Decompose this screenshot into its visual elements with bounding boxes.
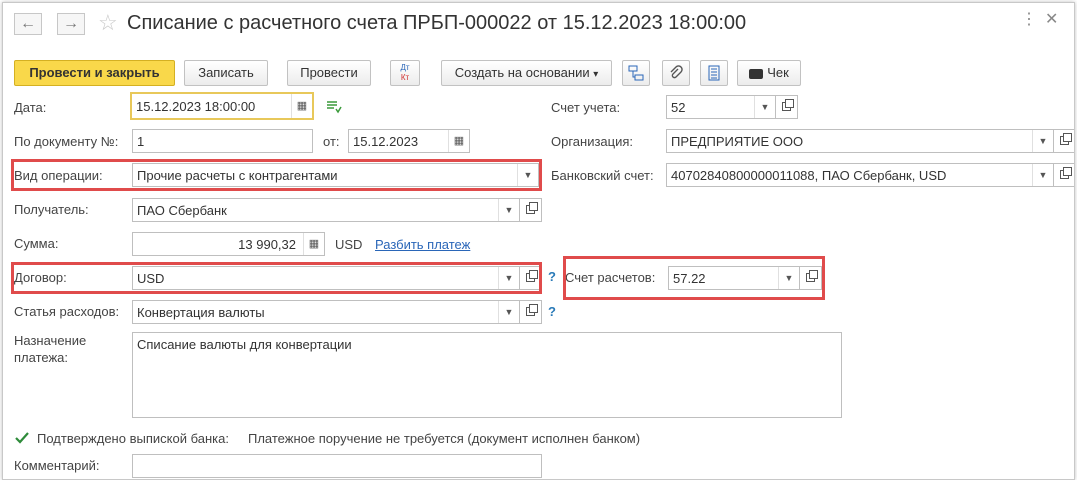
contract-help-icon[interactable]: ? <box>548 269 556 284</box>
checkmark-icon <box>15 432 29 444</box>
doc-number-label: По документу №: <box>14 134 119 149</box>
attach-button[interactable] <box>662 60 690 86</box>
arrow-right-icon: → <box>63 15 79 32</box>
forward-button[interactable]: → <box>57 13 85 35</box>
bank-account-label: Банковский счет: <box>551 168 654 183</box>
expense-help-icon[interactable]: ? <box>548 304 556 319</box>
open-icon <box>782 99 794 111</box>
recipient-value: ПАО Сбербанк <box>137 203 227 218</box>
document-window: ← → ☆ Списание с расчетного счета ПРБП-0… <box>2 2 1075 480</box>
expense-item-value: Конвертация валюты <box>137 305 265 320</box>
date-label: Дата: <box>14 100 47 115</box>
chevron-down-icon[interactable]: ▼ <box>498 199 519 221</box>
expense-item-select[interactable]: Конвертация валюты ▼ <box>132 300 520 324</box>
comment-field[interactable] <box>132 454 542 478</box>
create-based-on-button[interactable]: Создать на основании ▾ <box>441 60 612 86</box>
amount-field[interactable]: 13 990,32 ▦ <box>132 232 325 256</box>
bank-account-select[interactable]: 40702840800000011088, ПАО Сбербанк, USD … <box>666 163 1054 187</box>
arrow-left-icon: ← <box>20 15 36 32</box>
purpose-label: Назначение платежа: <box>14 333 87 365</box>
page-title: Списание с расчетного счета ПРБП-000022 … <box>127 12 747 34</box>
doc-number-value: 1 <box>137 134 145 149</box>
post-and-close-button[interactable]: Провести и закрыть <box>14 60 175 86</box>
paperclip-icon <box>670 65 683 79</box>
chevron-down-icon[interactable]: ▼ <box>754 96 775 118</box>
list-button[interactable] <box>700 60 728 86</box>
amount-label: Сумма: <box>14 236 59 251</box>
account-open-button[interactable] <box>776 95 798 119</box>
doc-date-value: 15.12.2023 <box>353 134 419 149</box>
doc-from-label: от: <box>323 134 340 149</box>
back-button[interactable]: ← <box>14 13 42 35</box>
amount-currency: USD <box>335 237 363 252</box>
expense-item-label: Статья расходов: <box>14 304 120 319</box>
date-field[interactable]: 15.12.2023 18:00:00 ▦ <box>130 92 314 120</box>
post-button[interactable]: Провести <box>287 60 371 86</box>
open-icon <box>1060 167 1072 179</box>
close-icon[interactable]: ✕ <box>1045 9 1058 29</box>
highlight-operation <box>11 159 542 191</box>
purpose-value: Списание валюты для конвертации <box>137 337 352 352</box>
create-based-on-label: Создать на основании <box>454 65 590 80</box>
open-icon <box>1060 133 1072 145</box>
open-icon <box>526 304 538 316</box>
highlight-settlement-account <box>563 256 825 300</box>
account-select[interactable]: 52 ▼ <box>666 95 776 119</box>
organization-select[interactable]: ПРЕДПРИЯТИЕ ООО ▼ <box>666 129 1054 153</box>
chevron-down-icon[interactable]: ▼ <box>1032 130 1053 152</box>
highlight-contract <box>11 262 542 294</box>
structure-button[interactable] <box>622 60 650 86</box>
document-list-icon <box>708 65 720 81</box>
date-value: 15.12.2023 18:00:00 <box>136 99 256 114</box>
history-icon[interactable] <box>326 100 342 114</box>
dt-kt-button[interactable]: Дт Кт <box>390 60 420 86</box>
account-label: Счет учета: <box>551 100 621 115</box>
recipient-label: Получатель: <box>14 202 89 217</box>
dt-kt-icon: Дт Кт <box>400 63 410 82</box>
bank-account-value: 40702840800000011088, ПАО Сбербанк, USD <box>671 168 947 183</box>
bank-account-open-button[interactable] <box>1054 163 1074 187</box>
save-button[interactable]: Записать <box>184 60 268 86</box>
check-button-label: Чек <box>767 65 789 80</box>
split-payment-link[interactable]: Разбить платеж <box>375 237 470 252</box>
confirmed-label: Подтверждено выпиской банка: <box>37 431 229 446</box>
chevron-down-icon[interactable]: ▼ <box>498 301 519 323</box>
hierarchy-icon <box>628 65 644 81</box>
doc-date-field[interactable]: 15.12.2023 ▦ <box>348 129 470 153</box>
calculator-icon[interactable]: ▦ <box>303 233 324 255</box>
open-icon <box>526 202 538 214</box>
confirmed-note: Платежное поручение не требуется (докуме… <box>248 431 641 446</box>
comment-label: Комментарий: <box>14 458 100 473</box>
chevron-down-icon[interactable]: ▼ <box>1032 164 1053 186</box>
recipient-open-button[interactable] <box>520 198 542 222</box>
amount-value: 13 990,32 <box>238 237 296 252</box>
printer-icon <box>749 68 764 79</box>
account-value: 52 <box>671 100 686 115</box>
expense-item-open-button[interactable] <box>520 300 542 324</box>
check-button[interactable]: Чек <box>737 60 801 86</box>
confirmed-checkbox[interactable] <box>14 430 30 446</box>
organization-open-button[interactable] <box>1054 129 1074 153</box>
chevron-down-icon: ▾ <box>593 69 599 80</box>
organization-label: Организация: <box>551 134 634 149</box>
recipient-select[interactable]: ПАО Сбербанк ▼ <box>132 198 520 222</box>
purpose-textarea[interactable]: Списание валюты для конвертации <box>132 332 842 418</box>
calendar-icon[interactable]: ▦ <box>448 130 469 152</box>
more-menu-icon[interactable]: ⋮ <box>1021 9 1037 29</box>
organization-value: ПРЕДПРИЯТИЕ ООО <box>671 134 804 149</box>
doc-number-field[interactable]: 1 <box>132 129 313 153</box>
favorite-star-icon[interactable]: ☆ <box>98 10 118 36</box>
calendar-icon[interactable]: ▦ <box>291 94 312 118</box>
